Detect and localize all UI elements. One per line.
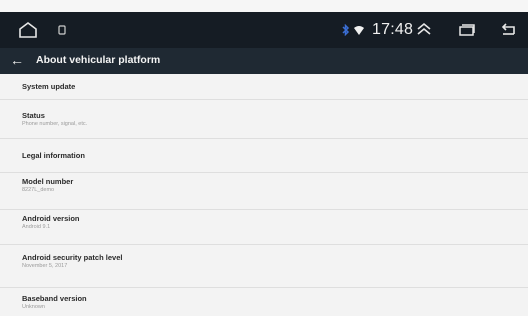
- recent-apps-icon[interactable]: [458, 23, 476, 37]
- clock: 17:48: [372, 21, 414, 38]
- home-icon[interactable]: [18, 22, 38, 38]
- list-item-legal-information[interactable]: Legal information: [0, 139, 528, 173]
- list-item-security-patch-level[interactable]: Android security patch level November 5,…: [0, 245, 528, 288]
- list-item-title: Legal information: [22, 151, 85, 160]
- list-item-status[interactable]: Status Phone number, signal, etc.: [0, 100, 528, 139]
- list-item-model-number[interactable]: Model number 8227L_demo: [0, 173, 528, 210]
- device-bezel: [0, 0, 528, 12]
- list-item-android-version[interactable]: Android version Android 9.1: [0, 210, 528, 245]
- list-item-title: Android security patch level: [22, 253, 123, 262]
- list-item-system-update[interactable]: System update: [0, 74, 528, 100]
- chevron-up-icon[interactable]: [415, 21, 433, 37]
- page-title: About vehicular platform: [36, 54, 161, 66]
- list-item-title: Baseband version: [22, 294, 87, 303]
- back-icon[interactable]: [499, 22, 519, 38]
- list-item-title: Android version: [22, 214, 80, 223]
- list-item-subtitle: 8227L_demo: [22, 187, 55, 193]
- list-item-title: System update: [22, 82, 76, 91]
- list-item-baseband-version[interactable]: Baseband version Unknown: [0, 288, 528, 316]
- bluetooth-icon: [342, 24, 350, 36]
- status-bar: 17:48: [0, 12, 528, 48]
- wifi-icon: [354, 26, 364, 35]
- back-arrow-icon[interactable]: ←: [10, 52, 24, 68]
- list-item-subtitle: Phone number, signal, etc.: [22, 121, 88, 127]
- list-item-title: Model number: [22, 177, 74, 186]
- list-item-subtitle: Unknown: [22, 304, 45, 310]
- notification-icon: [58, 25, 66, 35]
- list-item-title: Status: [22, 111, 45, 120]
- screen: 17:48 ← About vehicular platform System …: [0, 0, 528, 316]
- list-item-subtitle: Android 9.1: [22, 224, 51, 230]
- list-item-subtitle: November 5, 2017: [22, 263, 68, 269]
- app-bar: ← About vehicular platform: [0, 48, 528, 74]
